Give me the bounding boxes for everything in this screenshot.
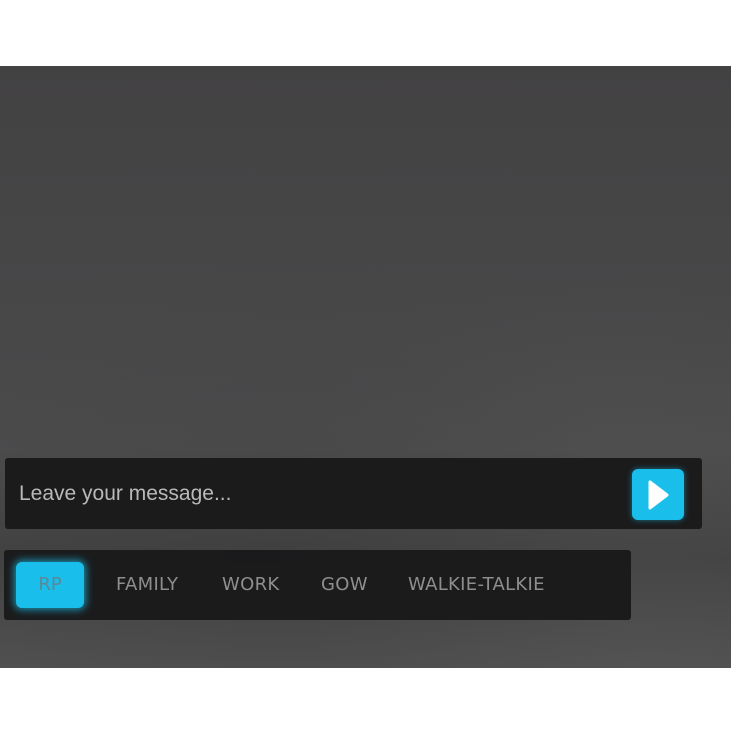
tab-gow[interactable]: GOW	[321, 550, 368, 620]
tab-walkie-talkie[interactable]: WALKIE-TALKIE	[408, 550, 545, 620]
game-viewport: RP FAMILY WORK GOW WALKIE-TALKIE	[0, 66, 731, 668]
tab-family[interactable]: FAMILY	[116, 550, 178, 620]
tab-rp[interactable]: RP	[16, 562, 84, 608]
tab-work[interactable]: WORK	[222, 550, 279, 620]
send-button[interactable]	[632, 469, 684, 520]
message-bar	[5, 458, 702, 529]
channel-tab-bar: RP FAMILY WORK GOW WALKIE-TALKIE	[4, 550, 631, 620]
message-input[interactable]	[19, 472, 599, 516]
play-triangle-icon	[646, 479, 670, 511]
